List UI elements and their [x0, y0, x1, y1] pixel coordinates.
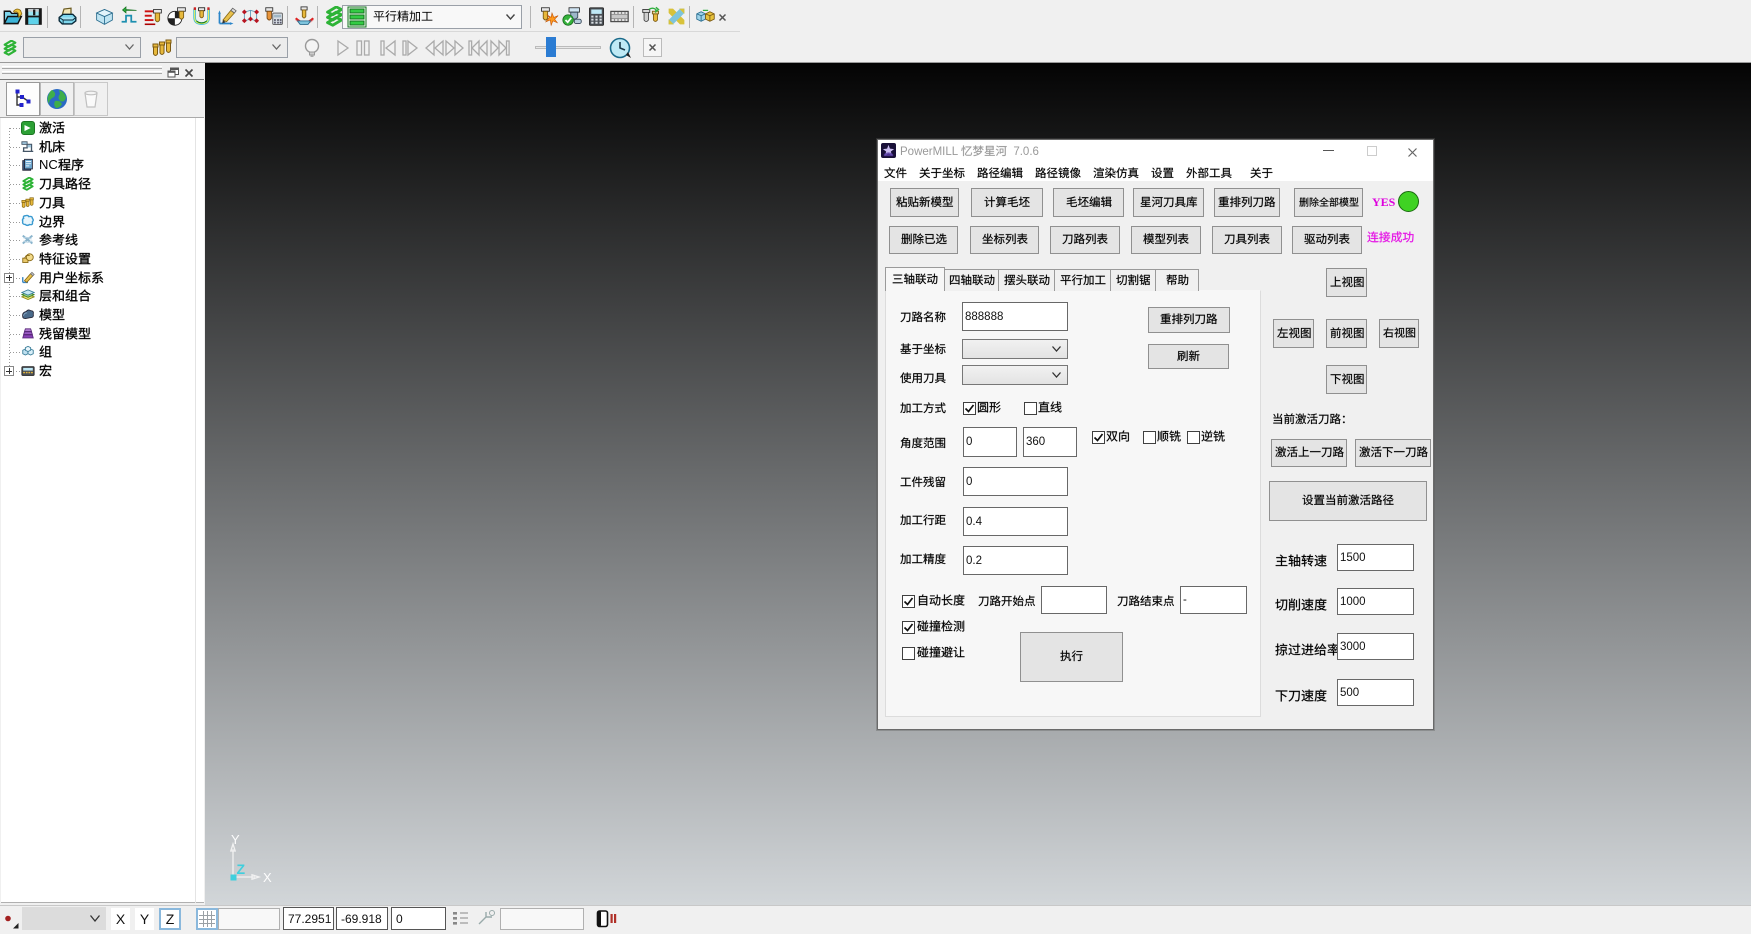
svg-text:Y: Y — [231, 832, 240, 847]
svg-text:X: X — [263, 870, 272, 884]
svg-text:Z: Z — [237, 861, 246, 877]
